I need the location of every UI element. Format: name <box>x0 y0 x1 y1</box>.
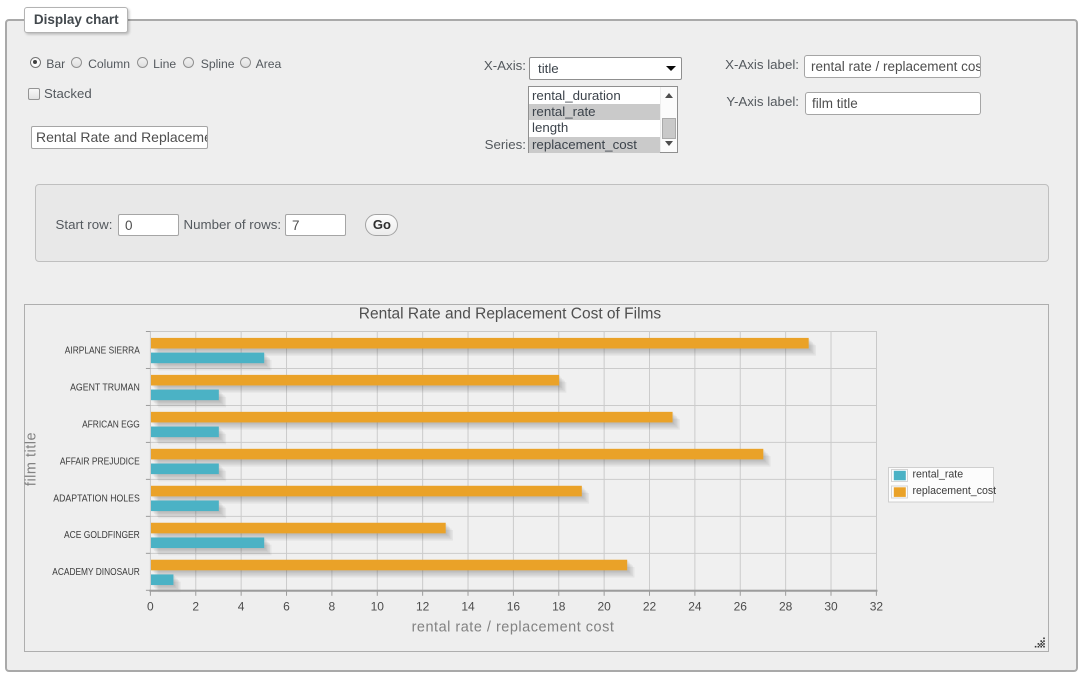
svg-text:6: 6 <box>283 600 290 614</box>
svg-text:22: 22 <box>643 600 657 614</box>
svg-text:film title: film title <box>24 432 40 486</box>
svg-text:4: 4 <box>238 600 245 614</box>
svg-text:26: 26 <box>734 600 748 614</box>
svg-text:AFFAIR PREJUDICE: AFFAIR PREJUDICE <box>60 456 140 467</box>
svg-text:0: 0 <box>147 600 154 614</box>
svg-text:8: 8 <box>329 600 336 614</box>
svg-text:12: 12 <box>416 600 430 614</box>
svg-text:30: 30 <box>824 600 838 614</box>
svg-text:AGENT TRUMAN: AGENT TRUMAN <box>70 382 140 393</box>
svg-text:2: 2 <box>192 600 199 614</box>
svg-text:16: 16 <box>507 600 521 614</box>
svg-text:20: 20 <box>597 600 611 614</box>
svg-text:Rental Rate and Replacement Co: Rental Rate and Replacement Cost of Film… <box>359 306 662 323</box>
svg-text:AFRICAN EGG: AFRICAN EGG <box>82 419 140 430</box>
svg-text:replacement_cost: replacement_cost <box>913 485 997 497</box>
svg-text:ADAPTATION HOLES: ADAPTATION HOLES <box>53 493 140 504</box>
svg-text:18: 18 <box>552 600 566 614</box>
svg-text:24: 24 <box>688 600 702 614</box>
svg-text:ACE GOLDFINGER: ACE GOLDFINGER <box>64 530 140 541</box>
svg-text:28: 28 <box>779 600 793 614</box>
svg-text:rental_rate: rental_rate <box>913 469 964 481</box>
svg-text:32: 32 <box>870 600 884 614</box>
svg-text:rental rate / replacement cost: rental rate / replacement cost <box>412 620 615 636</box>
svg-text:ACADEMY DINOSAUR: ACADEMY DINOSAUR <box>52 567 140 578</box>
svg-text:14: 14 <box>461 600 475 614</box>
svg-text:AIRPLANE SIERRA: AIRPLANE SIERRA <box>65 345 140 356</box>
svg-text:10: 10 <box>371 600 385 614</box>
